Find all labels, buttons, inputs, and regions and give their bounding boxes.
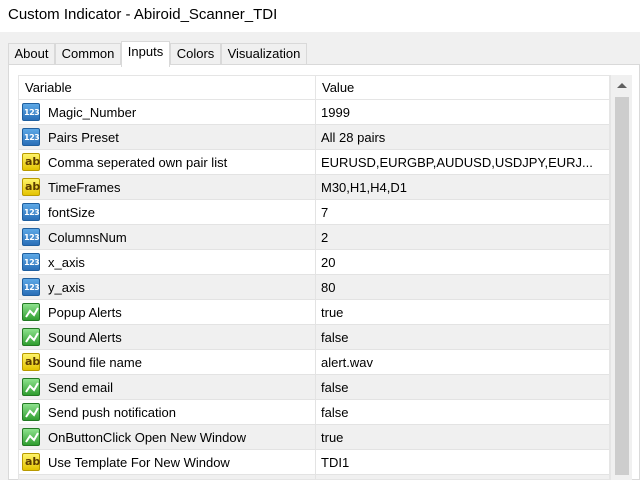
inputs-grid: Variable Value Magic_Number1999Pairs Pre… bbox=[18, 75, 610, 480]
variable-value[interactable]: 1999 bbox=[315, 100, 609, 125]
tab-common[interactable]: Common bbox=[55, 43, 121, 65]
tab-strip: About Common Inputs Colors Visualization bbox=[0, 41, 640, 67]
variable-name: TimeFrames bbox=[48, 180, 121, 195]
tab-inputs[interactable]: Inputs bbox=[121, 41, 170, 67]
variable-name: Send push notification bbox=[48, 405, 176, 420]
variable-name: y_axis bbox=[48, 280, 85, 295]
string-icon bbox=[22, 153, 40, 171]
table-row[interactable]: Popup Alerts true bbox=[19, 300, 609, 325]
table-row[interactable]: Comma seperated own pair list EURUSD,EURG… bbox=[19, 150, 609, 175]
variable-value[interactable]: false bbox=[315, 400, 609, 425]
variable-name: Sound file name bbox=[48, 355, 142, 370]
string-icon bbox=[22, 453, 40, 471]
variable-name: Send email bbox=[48, 380, 114, 395]
variable-value[interactable]: 20 bbox=[315, 250, 609, 275]
variable-value[interactable]: true bbox=[315, 425, 609, 450]
variable-value[interactable]: alert.wav bbox=[315, 350, 609, 375]
variable-value[interactable]: M30,H1,H4,D1 bbox=[315, 175, 609, 200]
variable-name: ColumnsNum bbox=[48, 230, 127, 245]
int-icon bbox=[22, 228, 40, 246]
bool-icon bbox=[22, 378, 40, 396]
column-header-variable[interactable]: Variable bbox=[19, 76, 315, 100]
window-title: Custom Indicator - Abiroid_Scanner_TDI bbox=[8, 6, 278, 23]
int-icon bbox=[22, 103, 40, 121]
variable-value[interactable]: false bbox=[315, 325, 609, 350]
table-row[interactable]: y_axis 80 bbox=[19, 275, 609, 300]
table-row[interactable]: Magic_Number 1999 bbox=[19, 100, 609, 125]
variable-value[interactable]: true bbox=[315, 300, 609, 325]
variable-value[interactable]: 7 bbox=[315, 200, 609, 225]
table-row[interactable]: Send email false bbox=[19, 375, 609, 400]
bool-icon bbox=[22, 428, 40, 446]
variable-value[interactable]: 80 bbox=[315, 275, 609, 300]
bool-icon bbox=[22, 403, 40, 421]
tab-about[interactable]: About bbox=[8, 43, 55, 65]
variable-value[interactable] bbox=[315, 475, 609, 479]
int-icon bbox=[22, 128, 40, 146]
table-row[interactable]: fontSize 7 bbox=[19, 200, 609, 225]
int-icon bbox=[22, 203, 40, 221]
variable-name: Use Template For New Window bbox=[48, 455, 230, 470]
variable-value[interactable]: All 28 pairs bbox=[315, 125, 609, 150]
table-row[interactable]: OnButtonClick Open New Window true bbox=[19, 425, 609, 450]
grid-header: Variable Value bbox=[19, 76, 609, 100]
variable-name: Pairs Preset bbox=[48, 130, 119, 145]
title-bar: Custom Indicator - Abiroid_Scanner_TDI bbox=[0, 0, 640, 32]
variable-name: fontSize bbox=[48, 205, 95, 220]
table-row[interactable]: Sound file name alert.wav bbox=[19, 350, 609, 375]
variable-name: Popup Alerts bbox=[48, 305, 122, 320]
variable-value[interactable]: EURUSD,EURGBP,AUDUSD,USDJPY,EURJ... bbox=[315, 150, 609, 175]
variable-value[interactable]: 2 bbox=[315, 225, 609, 250]
variable-value[interactable]: TDI1 bbox=[315, 450, 609, 475]
table-row[interactable]: ColumnsNum 2 bbox=[19, 225, 609, 250]
table-row[interactable]: TimeFrames M30,H1,H4,D1 bbox=[19, 175, 609, 200]
variable-value[interactable]: false bbox=[315, 375, 609, 400]
table-row[interactable]: Send push notification false bbox=[19, 400, 609, 425]
table-row[interactable]: Pairs Preset All 28 pairs bbox=[19, 125, 609, 150]
table-row[interactable]: Use Template For New Window TDI1 bbox=[19, 450, 609, 475]
string-icon bbox=[22, 178, 40, 196]
bool-icon bbox=[22, 303, 40, 321]
string-icon bbox=[22, 353, 40, 371]
tab-visualization[interactable]: Visualization bbox=[221, 43, 307, 65]
bool-icon bbox=[22, 328, 40, 346]
table-row[interactable]: Sound Alerts false bbox=[19, 325, 609, 350]
tab-colors[interactable]: Colors bbox=[170, 43, 221, 65]
table-row[interactable]: x_axis 20 bbox=[19, 250, 609, 275]
table-row[interactable] bbox=[19, 475, 609, 479]
variable-name: Magic_Number bbox=[48, 105, 137, 120]
int-icon bbox=[22, 278, 40, 296]
variable-name: x_axis bbox=[48, 255, 85, 270]
variable-name: Comma seperated own pair list bbox=[48, 155, 228, 170]
column-header-value[interactable]: Value bbox=[315, 76, 609, 100]
variable-name: OnButtonClick Open New Window bbox=[48, 430, 246, 445]
grid-rows: Magic_Number 1999 Pairs Preset All 28 pairs… bbox=[19, 100, 609, 479]
vertical-scrollbar[interactable] bbox=[610, 75, 632, 480]
scroll-up-arrow-icon[interactable] bbox=[611, 75, 633, 95]
int-icon bbox=[22, 253, 40, 271]
variable-name: Sound Alerts bbox=[48, 330, 122, 345]
scrollbar-thumb[interactable] bbox=[615, 97, 629, 475]
